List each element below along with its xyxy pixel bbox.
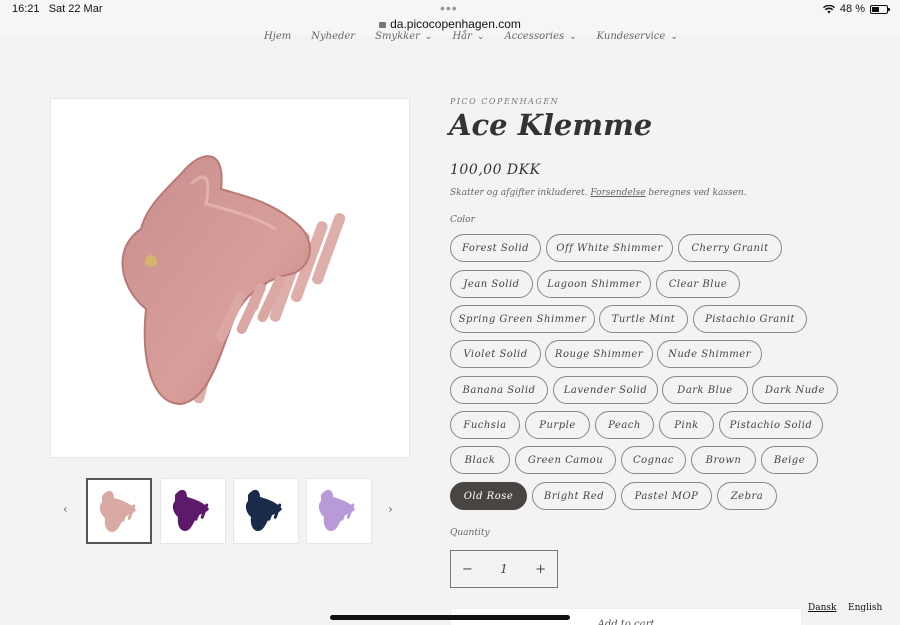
color-option-forest-solid[interactable]: Forest Solid [450, 234, 541, 262]
color-option-green-camou[interactable]: Green Camou [515, 446, 616, 474]
url-text: da.picocopenhagen.com [390, 17, 521, 31]
color-option-nude-shimmer[interactable]: Nude Shimmer [657, 340, 762, 368]
thumbnail-lavender[interactable] [306, 478, 372, 544]
thumbnail-carousel: ‹ › [58, 478, 408, 544]
nav-item-label: Hår [452, 31, 472, 42]
nav-item-label: Kundeservice [596, 31, 666, 42]
language-dansk[interactable]: Dansk [808, 603, 836, 613]
color-option-jean-solid[interactable]: Jean Solid [450, 270, 533, 298]
nav-item-label: Smykker [375, 31, 420, 42]
thumbnail-purple[interactable] [160, 478, 226, 544]
color-option-lavender-solid[interactable]: Lavender Solid [553, 376, 658, 404]
chevron-right-icon[interactable]: › [388, 502, 393, 516]
color-option-violet-solid[interactable]: Violet Solid [450, 340, 541, 368]
color-option-dark-blue[interactable]: Dark Blue [662, 376, 748, 404]
color-option-off-white-shimmer[interactable]: Off White Shimmer [546, 234, 673, 262]
thumbnail-old-rose[interactable] [86, 478, 152, 544]
chevron-down-icon: ⌄ [424, 31, 433, 42]
color-option-cherry-granit[interactable]: Cherry Granit [678, 234, 782, 262]
product-title: Ace Klemme [449, 108, 653, 142]
nav-item-nyheder[interactable]: Nyheder [311, 31, 355, 42]
hair-claw-image [121, 155, 346, 406]
color-option-bright-red[interactable]: Bright Red [532, 482, 616, 510]
battery-percent: 48 % [839, 3, 865, 15]
language-english[interactable]: English [848, 603, 882, 613]
color-option-lagoon-shimmer[interactable]: Lagoon Shimmer [537, 270, 651, 298]
color-option-cognac[interactable]: Cognac [621, 446, 686, 474]
color-option-peach[interactable]: Peach [595, 411, 654, 439]
chevron-left-icon[interactable]: ‹ [63, 502, 68, 516]
nav-item-label: Nyheder [311, 31, 356, 42]
status-time: 16:21 Sat 22 Mar [12, 3, 103, 15]
chevron-down-icon: ⌄ [569, 31, 577, 42]
color-option-beige[interactable]: Beige [761, 446, 818, 474]
color-option-zebra[interactable]: Zebra [717, 482, 777, 510]
battery-icon [870, 4, 890, 14]
color-option-black[interactable]: Black [450, 446, 510, 474]
main-nav: Hjem Nyheder Smykker ⌄ Hår ⌄ Accessories ⌄ Kunde… [264, 31, 678, 42]
color-option-rouge-shimmer[interactable]: Rouge Shimmer [545, 340, 653, 368]
nav-item-label: Hjem [264, 31, 292, 42]
nav-item-accessories[interactable]: Accessories ⌄ [504, 31, 576, 42]
quantity-stepper: − 1 + [450, 550, 558, 588]
color-option-brown[interactable]: Brown [691, 446, 756, 474]
color-option-old-rose[interactable]: Old Rose [450, 482, 527, 510]
nav-item-label: Accessories [504, 31, 565, 42]
shipping-link[interactable]: Forsendelse [590, 188, 645, 198]
chevron-down-icon: ⌄ [476, 31, 485, 42]
quantity-label: Quantity [450, 528, 490, 538]
nav-item-hår[interactable]: Hår ⌄ [452, 31, 484, 42]
color-option-spring-green-shimmer[interactable]: Spring Green Shimmer [450, 305, 595, 333]
nav-item-hjem[interactable]: Hjem [264, 31, 291, 42]
color-option-pistachio-granit[interactable]: Pistachio Granit [693, 305, 807, 333]
product-main-image[interactable] [50, 98, 410, 458]
color-option-fuchsia[interactable]: Fuchsia [450, 411, 520, 439]
color-option-pink[interactable]: Pink [659, 411, 714, 439]
color-option-turtle-mint[interactable]: Turtle Mint [599, 305, 688, 333]
color-option-purple[interactable]: Purple [525, 411, 590, 439]
address-bar[interactable]: da.picocopenhagen.com [0, 17, 900, 31]
quantity-value[interactable]: 1 [500, 562, 508, 576]
chevron-down-icon: ⌄ [670, 31, 678, 42]
plus-icon[interactable]: + [535, 562, 546, 577]
nav-item-smykker[interactable]: Smykker ⌄ [375, 31, 432, 42]
product-price: 100,00 DKK [450, 162, 541, 178]
nav-item-kundeservice[interactable]: Kundeservice ⌄ [597, 31, 678, 42]
thumbnail-dark-blue[interactable] [233, 478, 299, 544]
color-option-dark-nude[interactable]: Dark Nude [752, 376, 838, 404]
lock-icon [379, 22, 387, 28]
wifi-icon [822, 4, 835, 13]
color-option-pastel-mop[interactable]: Pastel MOP [621, 482, 712, 510]
color-option-clear-blue[interactable]: Clear Blue [656, 270, 740, 298]
minus-icon[interactable]: − [462, 562, 473, 577]
multitasking-dots-icon[interactable]: ••• [440, 0, 458, 16]
status-indicators: 48 % [822, 3, 890, 15]
home-indicator[interactable] [330, 615, 570, 620]
tax-note: Skatter og afgifter inkluderet. Forsende… [450, 188, 747, 198]
brand-name: PICO COPENHAGEN [450, 97, 560, 106]
color-option-banana-solid[interactable]: Banana Solid [450, 376, 548, 404]
color-option-pistachio-solid[interactable]: Pistachio Solid [719, 411, 823, 439]
color-label: Color [450, 215, 475, 225]
